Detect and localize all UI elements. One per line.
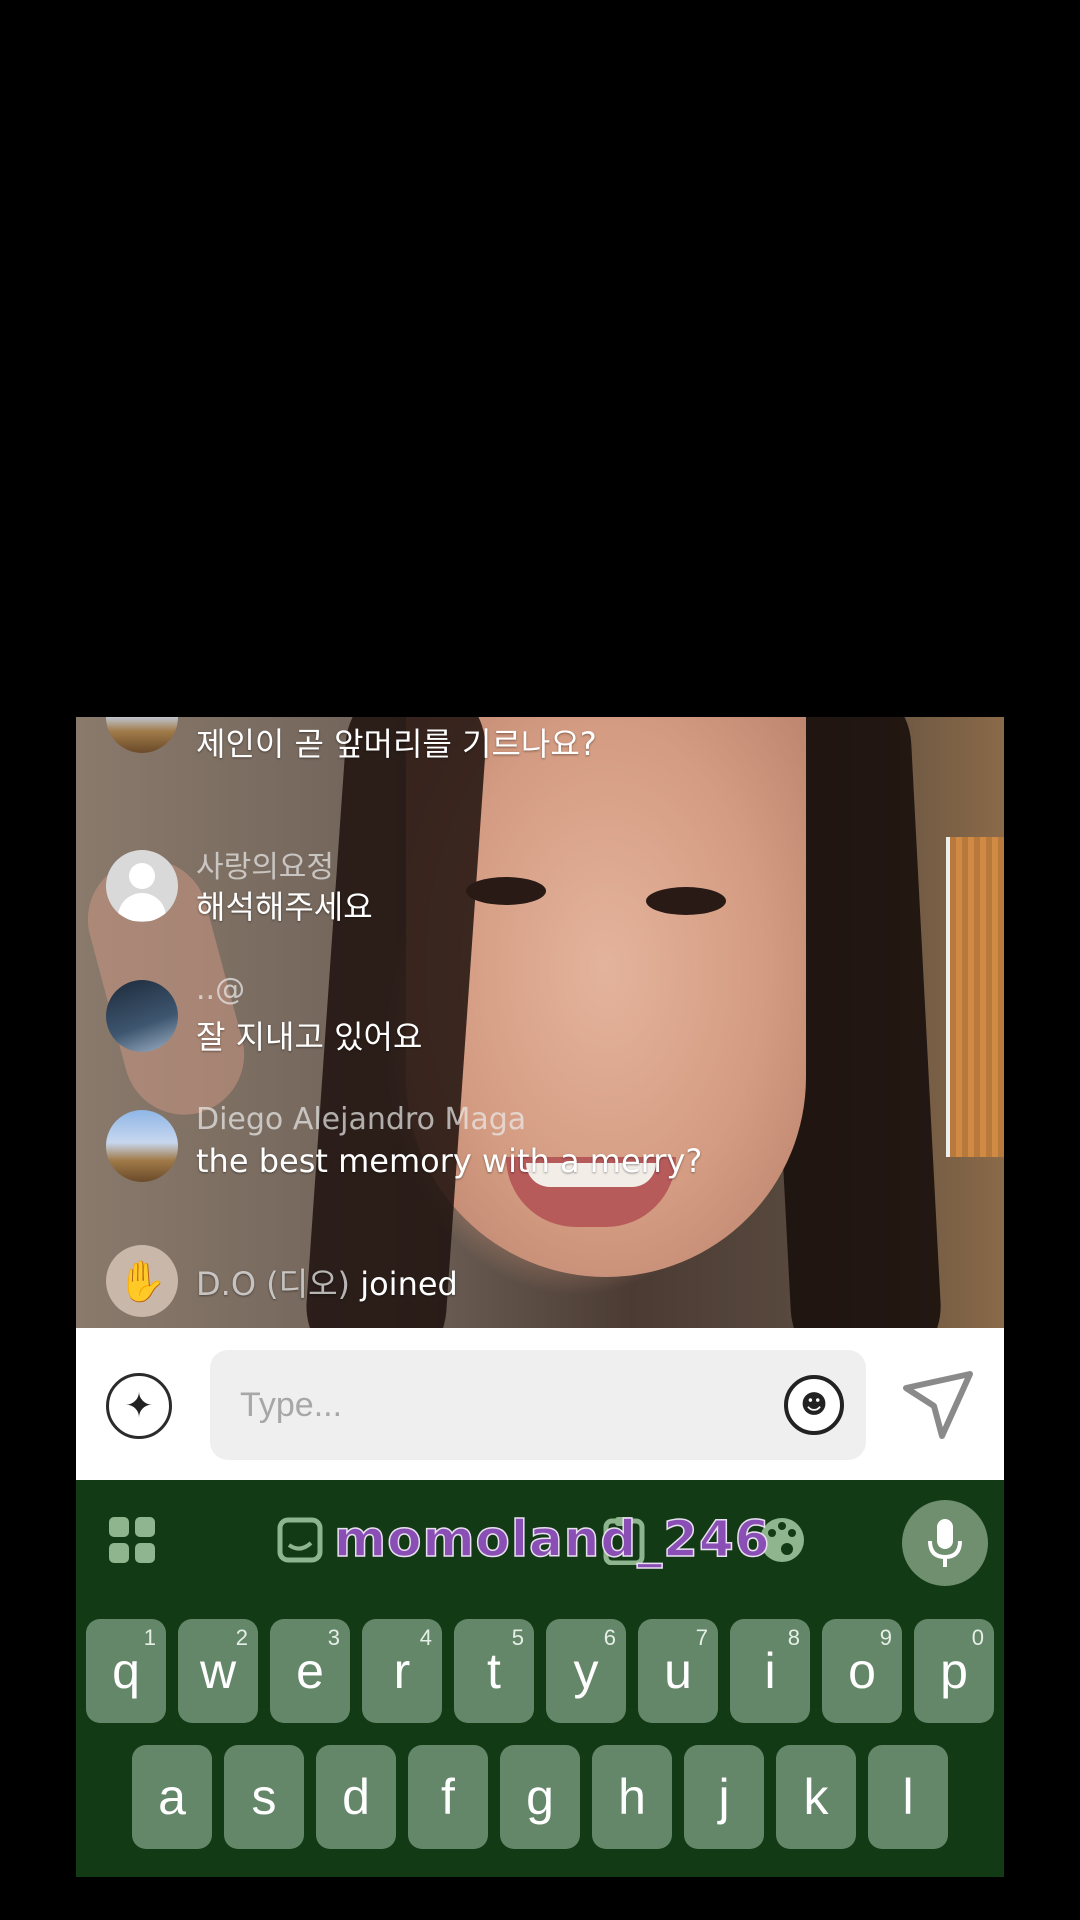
key-hint: 9 <box>879 1625 892 1650</box>
key-label: f <box>441 1769 455 1825</box>
key-label: r <box>393 1643 411 1699</box>
message-input[interactable] <box>210 1350 866 1460</box>
message-username[interactable]: ..@ <box>196 972 245 1007</box>
key-s[interactable]: s <box>224 1745 304 1849</box>
key-k[interactable]: k <box>776 1745 856 1849</box>
key-label: p <box>940 1643 968 1699</box>
key-u[interactable]: u7 <box>638 1619 718 1723</box>
message-input-bar: ✦ ☻ <box>76 1328 1004 1480</box>
key-hint: 1 <box>143 1625 156 1650</box>
key-e[interactable]: e3 <box>270 1619 350 1723</box>
key-hint: 8 <box>787 1625 800 1650</box>
join-text: D.O (디오) joined <box>196 1259 458 1305</box>
key-hint: 6 <box>603 1625 616 1650</box>
key-t[interactable]: t5 <box>454 1619 534 1723</box>
message-text: 해석해주세요 <box>196 888 373 926</box>
joined-action: joined <box>360 1265 458 1303</box>
key-i[interactable]: i8 <box>730 1619 810 1723</box>
key-l[interactable]: l <box>868 1745 948 1849</box>
key-label: h <box>618 1769 646 1825</box>
key-label: d <box>342 1769 370 1825</box>
key-label: j <box>718 1769 730 1825</box>
key-label: o <box>848 1643 876 1699</box>
avatar[interactable] <box>106 717 178 753</box>
key-hint: 5 <box>511 1625 524 1650</box>
key-hint: 2 <box>235 1625 248 1650</box>
key-label: s <box>251 1769 277 1825</box>
joined-username[interactable]: D.O (디오) <box>196 1265 350 1303</box>
key-label: t <box>487 1643 501 1699</box>
mic-icon[interactable] <box>902 1500 988 1586</box>
avatar[interactable] <box>106 1110 178 1182</box>
message-text: 제인이 곧 앞머리를 기르나요? <box>196 725 597 763</box>
key-label: k <box>803 1769 829 1825</box>
keyboard-keys: q1w2e3r4t5y6u7i8o9p0 asdfghjkl <box>76 1597 1004 1877</box>
key-label: l <box>902 1769 914 1825</box>
key-label: y <box>573 1643 599 1699</box>
key-j[interactable]: j <box>684 1745 764 1849</box>
live-chat: 제인이 곧 앞머리를 기르나요? 사랑의요정 해석해주세요 ..@ 잘 지내고 … <box>76 717 1004 1328</box>
key-f[interactable]: f <box>408 1745 488 1849</box>
key-label: q <box>112 1643 140 1699</box>
key-d[interactable]: d <box>316 1745 396 1849</box>
chat-message: 사랑의요정 해석해주세요 <box>106 842 966 932</box>
key-a[interactable]: a <box>132 1745 212 1849</box>
key-label: u <box>664 1643 692 1699</box>
key-label: g <box>526 1769 554 1825</box>
key-hint: 0 <box>971 1625 984 1650</box>
key-r[interactable]: r4 <box>362 1619 442 1723</box>
live-stream-screen: 제인이 곧 앞머리를 기르나요? 사랑의요정 해석해주세요 ..@ 잘 지내고 … <box>76 717 1004 1877</box>
key-o[interactable]: o9 <box>822 1619 902 1723</box>
key-p[interactable]: p0 <box>914 1619 994 1723</box>
key-hint: 7 <box>695 1625 708 1650</box>
sticker-icon[interactable] <box>274 1514 326 1566</box>
key-label: a <box>158 1769 186 1825</box>
message-username[interactable]: Diego Alejandro Maga <box>196 1102 526 1137</box>
join-notification: ✋ D.O (디오) joined <box>106 1245 966 1339</box>
watermark-text: momoland_246 <box>333 1509 771 1569</box>
ai-sparkle-icon[interactable]: ✦ <box>106 1373 172 1439</box>
key-label: w <box>199 1643 237 1699</box>
message-username[interactable]: 사랑의요정 <box>196 842 334 886</box>
wave-hand-icon: ✋ <box>106 1245 178 1317</box>
key-w[interactable]: w2 <box>178 1619 258 1723</box>
chat-message: 제인이 곧 앞머리를 기르나요? <box>106 717 966 807</box>
avatar[interactable] <box>106 980 178 1052</box>
emoji-icon[interactable]: ☻ <box>784 1375 844 1435</box>
key-g[interactable]: g <box>500 1745 580 1849</box>
chat-message: Diego Alejandro Maga the best memory wit… <box>106 1102 966 1192</box>
apps-grid-icon[interactable] <box>106 1514 158 1566</box>
chat-message: ..@ 잘 지내고 있어요 <box>106 972 966 1062</box>
key-label: e <box>296 1643 324 1699</box>
keyboard-toolbar: momoland_246 <box>76 1480 1004 1597</box>
message-text: the best memory with a merry? <box>196 1142 703 1180</box>
send-icon[interactable] <box>902 1370 974 1440</box>
key-hint: 3 <box>327 1625 340 1650</box>
message-text: 잘 지내고 있어요 <box>196 1018 423 1056</box>
key-hint: 4 <box>419 1625 432 1650</box>
key-label: i <box>764 1643 776 1699</box>
key-h[interactable]: h <box>592 1745 672 1849</box>
avatar[interactable] <box>106 850 178 922</box>
key-y[interactable]: y6 <box>546 1619 626 1723</box>
key-q[interactable]: q1 <box>86 1619 166 1723</box>
